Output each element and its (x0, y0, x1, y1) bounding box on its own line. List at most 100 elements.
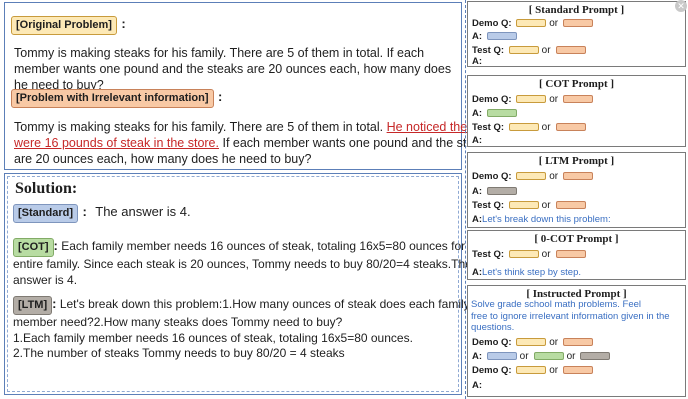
yellow-swatch (516, 172, 547, 181)
orange-swatch (555, 123, 586, 132)
orange-swatch (555, 201, 586, 210)
column-divider (465, 0, 466, 399)
standard-answer-text: The answer is 4. (95, 204, 191, 219)
test-q-row: Test Q: or (472, 200, 586, 212)
original-problem-header: [Original Problem] : (11, 15, 126, 35)
zero-cot-answer-text: Let's think step by step. (482, 267, 582, 278)
or-label: or (519, 351, 529, 362)
yellow-swatch (508, 250, 539, 259)
instruction-line: free to ignore irrelevant information gi… (471, 310, 670, 322)
close-icon[interactable]: ✕ (675, 0, 687, 12)
cot-prompt-box: [ COT Prompt ] Demo Q: or A: Test Q: or … (467, 75, 686, 147)
ltm-text: Let's break down this problem:1.How many… (59, 297, 470, 311)
test-q-label: Test Q: (472, 200, 505, 211)
answer-label: A: (472, 267, 483, 278)
test-q-label: Test Q: (472, 122, 505, 133)
irrelevant-sentence: were 16 pounds of steak in the store. (14, 136, 219, 150)
irrelevant-text-part: Tommy is making steaks for his family. T… (14, 120, 387, 134)
answer-label: A: (472, 108, 483, 119)
irrelevant-text-part: are 20 ounces each, how many does he nee… (14, 152, 312, 166)
ltm-text: member need?2.How many steaks does Tommy… (13, 315, 343, 329)
answer-label: A: (472, 56, 483, 67)
demo-q-label: Demo Q: (472, 365, 512, 376)
colon: : (52, 296, 57, 311)
cot-text: answer is 4. (13, 272, 78, 287)
original-problem-tag: [Original Problem] (11, 16, 117, 35)
blue-swatch (486, 352, 517, 361)
standard-prompt-title: [ Standard Prompt ] (528, 4, 625, 16)
demo-q-row: Demo Q: or (472, 171, 594, 183)
answer-row: A: (472, 31, 517, 43)
orange-swatch (555, 46, 586, 55)
instruction-line: questions. (471, 322, 515, 333)
problem-panel: [Original Problem] : Tommy is making ste… (4, 2, 493, 170)
or-label: or (549, 18, 559, 29)
zero-cot-prompt-box: [ 0-COT Prompt ] Test Q: or A:Let's thin… (467, 230, 686, 280)
solution-panel: Solution: [Standard] : The answer is 4. … (4, 173, 485, 395)
cot-prompt-title: [ COT Prompt ] (538, 78, 615, 90)
instruction-line: Solve grade school math problems. Feel (471, 299, 642, 310)
answer-row: A: (472, 108, 517, 120)
answer-row: A: or or (472, 351, 611, 363)
ltm-answer-text: Let's break down this problem: (482, 214, 611, 225)
answer-label: A: (472, 31, 483, 42)
or-label: or (541, 249, 551, 260)
cot-text: Each family member needs 16 ounces of st… (61, 239, 486, 253)
answer-label: A: (472, 135, 483, 146)
answer-row: A: (472, 135, 482, 147)
original-problem-text: Tommy is making steaks for his family. T… (14, 46, 452, 92)
yellow-swatch (508, 123, 539, 132)
or-label: or (549, 365, 559, 376)
colon: : (82, 204, 87, 219)
colon: : (217, 89, 223, 104)
answer-row: A: (472, 380, 482, 392)
gray-swatch (486, 187, 517, 196)
test-q-row: Test Q: or (472, 45, 586, 57)
demo-q-row: Demo Q: or (472, 337, 594, 349)
answer-label: A: (472, 186, 483, 197)
orange-swatch (555, 250, 586, 259)
answer-row: A:Let's break down this problem: (472, 214, 611, 226)
standard-answer: [Standard] : The answer is 4. (13, 203, 191, 223)
ltm-prompt-box: [ LTM Prompt ] Demo Q: or A: Test Q: or … (467, 152, 686, 228)
answer-row: A:Let's think step by step. (472, 267, 581, 279)
standard-prompt-box: [ Standard Prompt ] Demo Q: or A: Test Q… (467, 0, 687, 68)
or-label: or (549, 337, 559, 348)
orange-swatch (563, 338, 594, 347)
colon: : (53, 238, 58, 253)
irrelevant-problem-text: Tommy is making steaks for his family. T… (14, 119, 493, 167)
demo-q-row: Demo Q: or (472, 94, 594, 106)
ltm-answer: [LTM]: Let's break down this problem:1.H… (13, 296, 470, 362)
ltm-prompt-title: [ LTM Prompt ] (538, 155, 615, 167)
green-swatch (486, 109, 517, 118)
blue-swatch (486, 32, 517, 41)
yellow-swatch (516, 95, 547, 104)
cot-answer: [COT]: Each family member needs 16 ounce… (13, 238, 485, 288)
ltm-text: 2.The number of steaks Tommy needs to bu… (13, 346, 345, 360)
yellow-swatch (516, 338, 547, 347)
standard-tag: [Standard] (13, 204, 78, 223)
orange-swatch (563, 19, 594, 28)
instruction-text: Solve grade school math problems. Feel f… (471, 299, 683, 334)
demo-q-label: Demo Q: (472, 94, 512, 105)
gray-swatch (580, 352, 611, 361)
yellow-swatch (516, 366, 547, 375)
demo-q-label: Demo Q: (472, 18, 512, 29)
irrelevant-problem-header: [Problem with Irrelevant information] : (11, 88, 222, 108)
test-q-label: Test Q: (472, 249, 505, 260)
solution-title: Solution: (15, 180, 78, 197)
cot-tag: [COT] (13, 238, 54, 257)
demo-q-label: Demo Q: (472, 337, 512, 348)
demo-q-row: Demo Q: or (472, 18, 594, 30)
cot-text: entire family. Since each steak is 20 ou… (13, 257, 472, 271)
or-label: or (566, 351, 576, 362)
or-label: or (549, 171, 559, 182)
yellow-swatch (516, 19, 547, 28)
colon: : (121, 16, 126, 31)
demo-q-label: Demo Q: (472, 171, 512, 182)
yellow-swatch (508, 201, 539, 210)
instructed-prompt-box: [ Instructed Prompt ] Solve grade school… (467, 285, 686, 397)
answer-row: A: (472, 186, 517, 198)
answer-label: A: (472, 214, 483, 225)
answer-row: A: (472, 56, 482, 68)
